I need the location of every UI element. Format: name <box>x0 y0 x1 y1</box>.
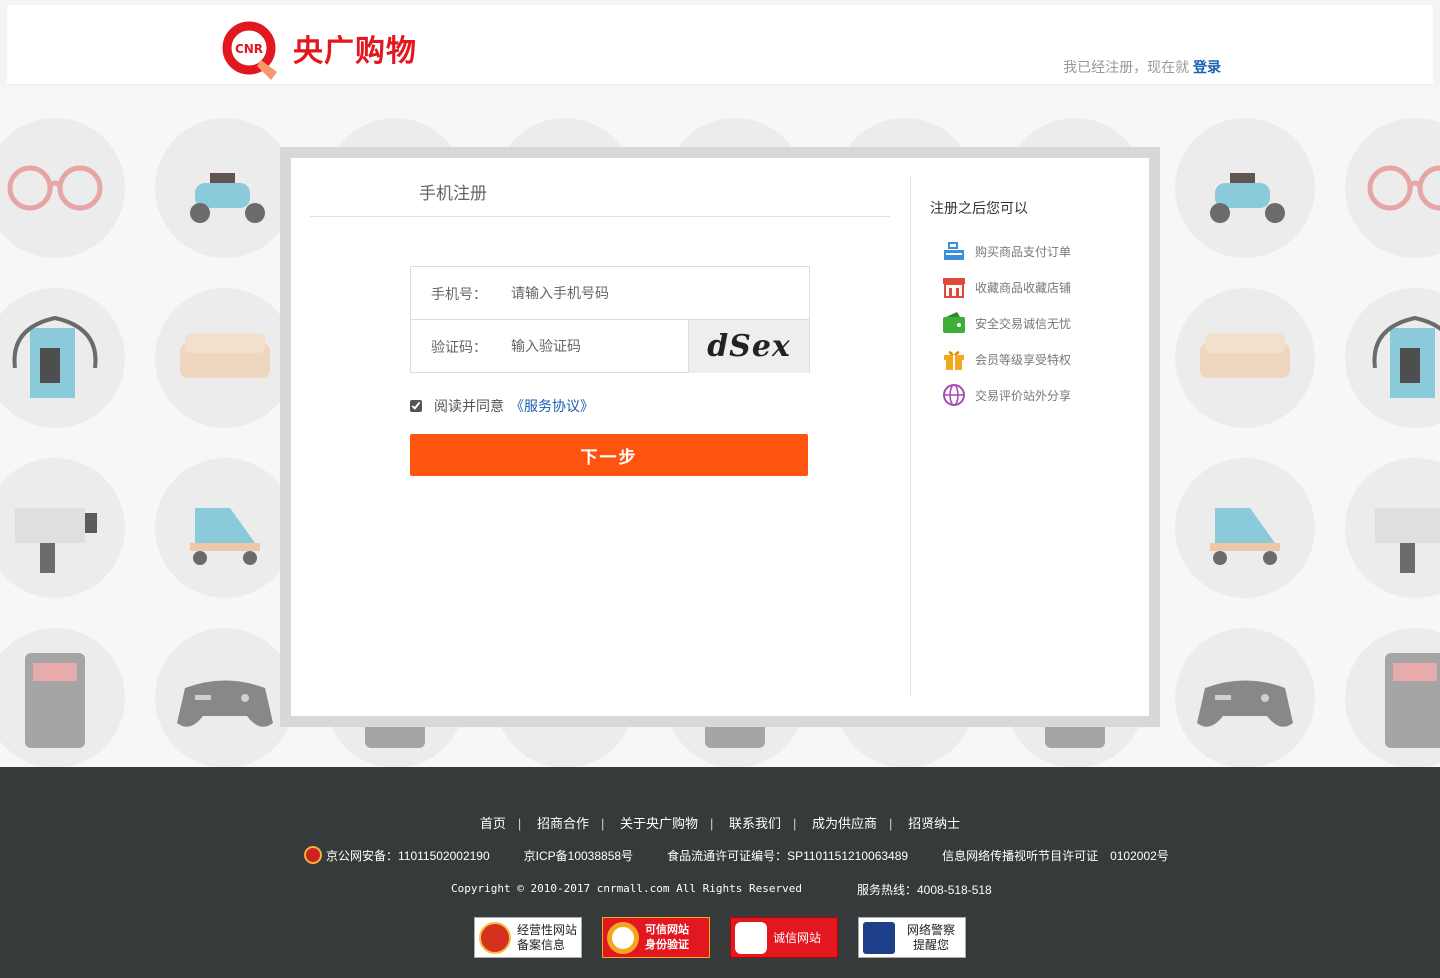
benefit-item: 购买商品支付订单 <box>941 238 1071 264</box>
logo-badge-text: CNR <box>235 42 263 56</box>
captcha-image[interactable]: dSex <box>688 320 809 373</box>
emblem-icon <box>479 921 511 954</box>
phone-row: 手机号： <box>411 267 809 320</box>
footer-licenses: 京公网安备：11011502002190 京ICP备10038858号 食品流通… <box>304 846 1169 864</box>
background-tile <box>0 118 125 258</box>
login-hint: 我已经注册，现在就 登录 <box>1063 57 1221 77</box>
police-record[interactable]: 京公网安备：11011502002190 <box>326 847 490 864</box>
login-link[interactable]: 登录 <box>1193 59 1221 75</box>
background-tile <box>155 288 295 428</box>
benefit-item: 交易评价站外分享 <box>941 382 1071 408</box>
food-license: 食品流通许可证编号：SP1101151210063489 <box>667 848 909 863</box>
register-card: 手机注册 手机号： 验证码： dSex 阅读并同意 《服务协议》 下一步 注册之… <box>291 158 1149 716</box>
trusted-seal-icon <box>607 921 639 954</box>
credit-icon <box>735 921 767 954</box>
benefit-label: 安全交易诚信无忧 <box>975 316 1072 331</box>
store-icon <box>943 278 965 298</box>
background-tile <box>1345 628 1440 767</box>
footer-links: 首页 | 招商合作 | 关于央广购物 | 联系我们 | 成为供应商 | 招贤纳士 <box>479 816 961 831</box>
background-tile <box>0 458 125 598</box>
gift-icon <box>944 351 964 370</box>
next-step-button[interactable]: 下一步 <box>410 434 808 476</box>
code-label: 验证码： <box>431 339 487 355</box>
site-logo[interactable]: CNR 央广购物 <box>221 20 417 80</box>
footer-link-about[interactable]: 关于央广购物 <box>620 816 698 831</box>
card-title: 手机注册 <box>419 184 487 203</box>
service-agreement-link[interactable]: 《服务协议》 <box>510 396 594 416</box>
site-footer: 首页 | 招商合作 | 关于央广购物 | 联系我们 | 成为供应商 | 招贤纳士 京公网安… <box>0 767 1440 978</box>
benefit-item: 收藏商品收藏店铺 <box>941 274 1071 300</box>
share-globe-icon <box>943 384 965 406</box>
footer-link-home[interactable]: 首页 <box>480 816 506 831</box>
benefit-label: 会员等级享受特权 <box>975 352 1072 367</box>
badge-text: 诚信网站 <box>773 931 822 945</box>
background-tile <box>1175 288 1315 428</box>
police-seal-icon <box>304 846 322 864</box>
phone-input[interactable] <box>511 277 791 309</box>
logo-text: 央广购物 <box>293 34 417 69</box>
background-tile <box>155 118 295 258</box>
background-tile <box>0 288 125 428</box>
footer-link-contact[interactable]: 联系我们 <box>729 816 781 831</box>
hotline: 服务热线：4008-518-518 <box>857 883 992 897</box>
badge-business-record[interactable]: 经营性网站 备案信息 <box>474 917 582 958</box>
background-tile <box>1345 458 1440 598</box>
benefit-label: 收藏商品收藏店铺 <box>975 280 1072 295</box>
footer-link-careers[interactable]: 招贤纳士 <box>908 816 960 831</box>
site-header: CNR 央广购物 我已经注册，现在就 登录 <box>7 5 1433 85</box>
code-input[interactable] <box>511 330 671 362</box>
av-license: 信息网络传播视听节目许可证 0102002号 <box>942 848 1169 863</box>
benefit-item: 会员等级享受特权 <box>941 346 1071 372</box>
background-tile <box>155 628 295 767</box>
badge-trusted-site[interactable]: 可信网站 身份验证 <box>602 917 710 958</box>
agree-text: 阅读并同意 <box>434 398 504 414</box>
phone-label: 手机号： <box>431 286 487 302</box>
background-tile <box>0 628 125 767</box>
background-tile <box>1345 288 1440 428</box>
badge-text: 经营性网站 备案信息 <box>517 922 578 952</box>
copyright: Copyright © 2010-2017 cnrmall.com All Ri… <box>451 882 802 895</box>
background-tile <box>1175 628 1315 767</box>
benefit-item: 安全交易诚信无忧 <box>941 310 1071 336</box>
background-tile <box>1175 458 1315 598</box>
login-hint-text: 我已经注册，现在就 <box>1063 59 1190 75</box>
benefit-label: 购买商品支付订单 <box>975 244 1072 259</box>
badge-text: 网络警察 提醒您 <box>906 922 955 952</box>
footer-link-supplier[interactable]: 成为供应商 <box>812 816 877 831</box>
badge-cyber-police[interactable]: 网络警察 提醒您 <box>858 917 966 958</box>
benefits-title: 注册之后您可以 <box>930 200 1028 216</box>
agree-checkbox[interactable] <box>410 400 422 412</box>
title-divider <box>310 216 890 217</box>
background-tile <box>155 458 295 598</box>
badge-credit-site[interactable]: 诚信网站 <box>730 917 838 958</box>
register-form: 手机号： 验证码： dSex <box>410 266 810 373</box>
vertical-divider <box>910 176 911 696</box>
code-row: 验证码： dSex <box>411 320 809 373</box>
police-icon <box>863 921 895 954</box>
agreement: 阅读并同意 《服务协议》 <box>410 396 594 416</box>
cnr-logo-icon: CNR <box>221 20 277 80</box>
background-tile <box>1345 118 1440 258</box>
footer-link-business[interactable]: 招商合作 <box>537 816 589 831</box>
cash-register-icon <box>944 242 964 260</box>
wallet-icon <box>943 312 965 333</box>
icp-record[interactable]: 京ICP备10038858号 <box>524 847 633 864</box>
badge-text: 可信网站 身份验证 <box>645 923 689 951</box>
trust-badges: 经营性网站 备案信息 可信网站 身份验证 诚信网站 网络警察 提醒您 <box>474 917 986 958</box>
background-tile <box>1175 118 1315 258</box>
benefit-label: 交易评价站外分享 <box>975 388 1072 403</box>
